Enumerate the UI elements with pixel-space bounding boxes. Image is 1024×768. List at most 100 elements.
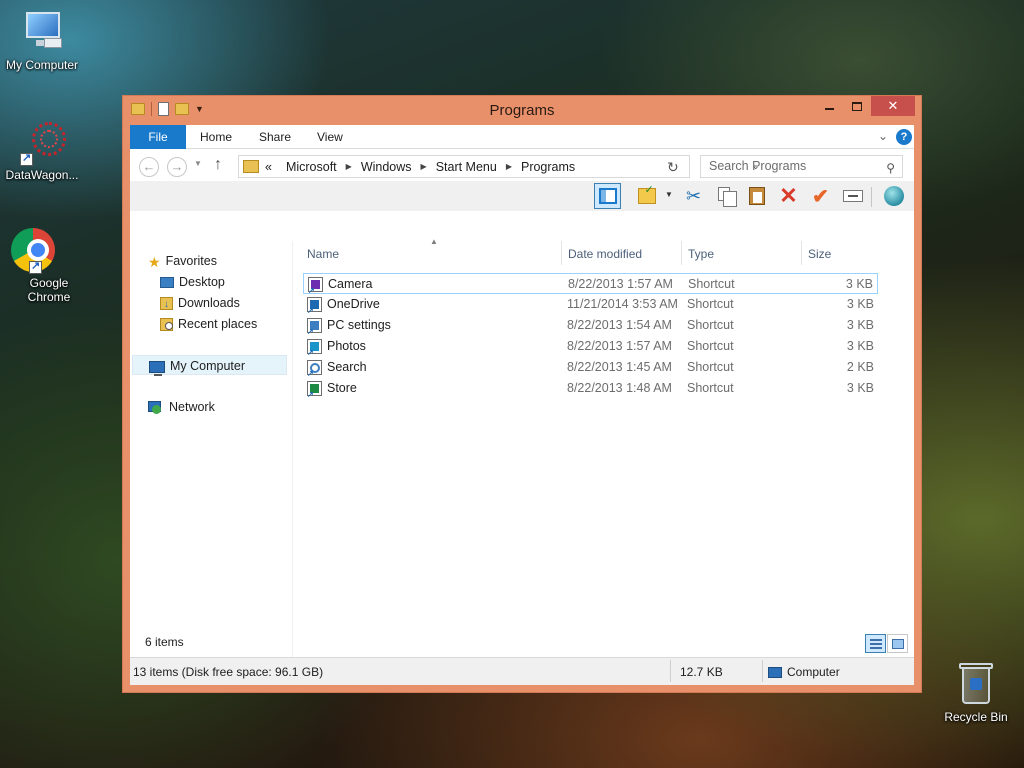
file-type: Shortcut — [688, 277, 735, 291]
folder-options-chevron-icon[interactable]: ▼ — [665, 190, 673, 199]
file-name: Camera — [328, 277, 373, 291]
search-icon[interactable]: ⚲ — [886, 158, 895, 179]
checkmark-icon: ✔ — [812, 185, 829, 208]
recent-locations-chevron-icon[interactable]: ▼ — [194, 159, 202, 168]
navigation-pane: ★Favorites Desktop Downloads Recent plac… — [130, 241, 293, 657]
tab-home[interactable]: Home — [186, 125, 246, 149]
nav-downloads[interactable]: Downloads — [160, 293, 240, 315]
status-location: Computer — [768, 665, 840, 679]
file-row[interactable]: Photos 8/22/2013 1:57 AM Shortcut 3 KB — [303, 336, 878, 357]
details-view-button[interactable] — [865, 634, 886, 653]
column-header-type[interactable]: Type — [688, 246, 798, 266]
file-type: Shortcut — [687, 297, 734, 311]
details-view-icon — [869, 638, 882, 649]
paste-button[interactable] — [743, 183, 770, 209]
globe-button[interactable] — [880, 183, 907, 209]
address-row: ← → ▼ ↑ « Microsoft ▶ Windows ▶ Start Me… — [130, 149, 914, 181]
nav-network[interactable]: Network — [148, 397, 215, 417]
photos-shortcut-icon — [307, 339, 322, 357]
delete-button[interactable]: ✕ — [775, 183, 802, 209]
breadcrumb-start-menu[interactable]: Start Menu — [436, 160, 497, 174]
desktop-icon-datawagon[interactable]: DataWagon... — [0, 118, 84, 182]
column-header-date-modified[interactable]: Date modified — [568, 246, 678, 266]
copy-icon — [717, 187, 737, 207]
chevron-right-icon[interactable]: ▶ — [346, 162, 352, 171]
column-header-size[interactable]: Size — [808, 246, 868, 266]
delete-icon: ✕ — [779, 183, 798, 208]
content-area: ★Favorites Desktop Downloads Recent plac… — [130, 237, 914, 657]
computer-icon — [18, 8, 66, 56]
breadcrumb-microsoft[interactable]: Microsoft — [286, 160, 337, 174]
status-item-count: 13 items (Disk free space: 96.1 GB) — [133, 665, 324, 679]
folder-options-icon — [637, 183, 656, 204]
ribbon-tabs: File Home Share View ⌄ ? — [130, 125, 914, 149]
nav-favorites[interactable]: ★ Favorites — [148, 251, 217, 271]
shortcut-arrow-icon — [20, 151, 33, 166]
preview-pane-button[interactable] — [594, 183, 621, 209]
minimize-button[interactable] — [815, 96, 843, 116]
nav-desktop[interactable]: Desktop — [160, 272, 225, 292]
file-size: 2 KB — [846, 360, 874, 374]
title-bar[interactable]: ▼ Programs ✕ — [123, 96, 921, 125]
back-button[interactable]: ← — [139, 157, 159, 177]
up-button[interactable]: ↑ — [214, 156, 222, 174]
select-button[interactable]: ✔ — [807, 183, 834, 209]
file-size: 3 KB — [846, 318, 874, 332]
file-date: 8/22/2013 1:45 AM — [567, 360, 672, 374]
arrow-right-icon: → — [170, 159, 184, 174]
tab-file[interactable]: File — [130, 125, 186, 149]
preview-pane-icon — [598, 188, 617, 204]
file-row[interactable]: PC settings 8/22/2013 1:54 AM Shortcut 3… — [303, 315, 878, 336]
nav-my-computer[interactable]: My Computer — [132, 355, 287, 376]
desktop-icon-recycle-bin[interactable]: Recycle Bin — [934, 660, 1018, 724]
recent-places-icon — [160, 318, 173, 332]
close-button[interactable]: ✕ — [871, 96, 915, 116]
file-row[interactable]: OneDrive 11/21/2014 3:53 AM Shortcut 3 K… — [303, 294, 878, 315]
cut-button[interactable]: ✂ — [680, 183, 707, 209]
chevron-right-icon[interactable]: ▶ — [421, 162, 427, 171]
expand-ribbon-chevron-icon[interactable]: ⌄ — [878, 129, 888, 143]
tab-share[interactable]: Share — [245, 125, 305, 149]
status-bar: 13 items (Disk free space: 96.1 GB) 12.7… — [130, 657, 914, 685]
file-row[interactable]: Store 8/22/2013 1:48 AM Shortcut 3 KB — [303, 378, 878, 399]
chevron-right-icon[interactable]: ▶ — [506, 162, 512, 171]
breadcrumb-windows[interactable]: Windows — [361, 160, 412, 174]
explorer-window: ▼ Programs ✕ File Home Share View ⌄ ? ← … — [122, 95, 922, 693]
large-icons-view-button[interactable] — [887, 634, 908, 653]
refresh-icon[interactable]: ↻ — [667, 159, 679, 176]
pc-settings-shortcut-icon — [307, 318, 322, 336]
forward-button[interactable]: → — [167, 157, 187, 177]
window-body: File Home Share View ⌄ ? ← → ▼ ↑ « Micro… — [130, 125, 914, 685]
copy-button[interactable] — [712, 183, 739, 209]
tab-view[interactable]: View — [303, 125, 357, 149]
search-placeholder: Search Programs — [709, 159, 807, 173]
file-type: Shortcut — [687, 318, 734, 332]
nav-recent-places[interactable]: Recent places — [160, 314, 257, 334]
arrow-left-icon: ← — [142, 159, 156, 174]
item-count: 6 items — [145, 635, 184, 649]
close-icon: ✕ — [887, 98, 899, 113]
window-title: Programs — [489, 102, 555, 119]
search-input[interactable]: Search Programs ⚲ — [700, 155, 903, 178]
address-bar[interactable]: « Microsoft ▶ Windows ▶ Start Menu ▶ Pro… — [238, 155, 760, 178]
computer-icon — [768, 667, 782, 679]
maximize-button[interactable] — [843, 96, 871, 116]
shortcut-arrow-icon — [29, 259, 42, 274]
file-date: 8/22/2013 1:57 AM — [567, 339, 672, 353]
column-header-name[interactable]: Name — [307, 246, 557, 266]
file-name: Search — [327, 360, 367, 374]
file-size: 3 KB — [846, 297, 874, 311]
folder-options-button[interactable] — [633, 183, 660, 209]
desktop-icon-my-computer[interactable]: My Computer — [0, 8, 84, 72]
breadcrumb-programs[interactable]: Programs — [521, 160, 575, 174]
breadcrumb-overflow[interactable]: « — [265, 160, 272, 174]
rename-icon — [842, 190, 863, 202]
desktop-icon-google-chrome[interactable]: Google Chrome — [0, 226, 81, 304]
file-row[interactable]: Search 8/22/2013 1:45 AM Shortcut 2 KB — [303, 357, 878, 378]
file-row[interactable]: Camera 8/22/2013 1:57 AM Shortcut 3 KB — [303, 273, 878, 295]
file-size: 3 KB — [846, 339, 874, 353]
help-icon[interactable]: ? — [896, 129, 912, 145]
chrome-icon — [11, 226, 63, 274]
file-type: Shortcut — [687, 360, 734, 374]
rename-button[interactable] — [839, 183, 866, 209]
